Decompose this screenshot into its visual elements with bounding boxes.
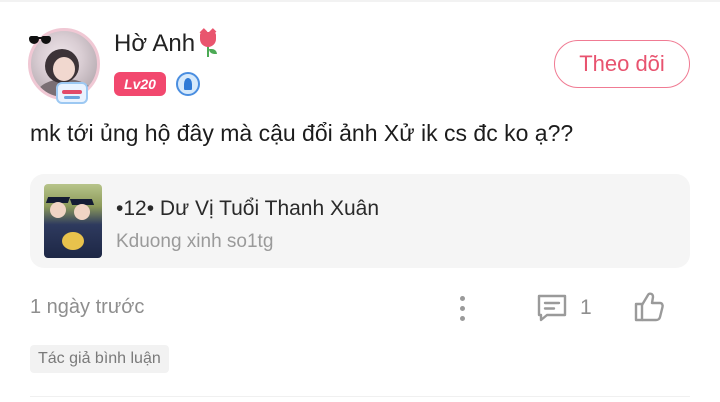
author-reply-tag: Tác giả bình luận [30,345,169,373]
reply-count: 1 [580,296,592,319]
post-thumbnail [44,184,102,258]
username[interactable]: Hờ Anh [114,30,219,58]
username-text: Hờ Anh [114,30,196,57]
post-title: •12• Dư Vị Tuổi Thanh Xuân [116,197,380,220]
level-badge: Lv20 [114,72,166,96]
post-author: Kduong xinh so1tg [116,231,274,252]
avatar-frame-badge-icon [56,82,88,104]
bottom-divider [30,396,690,397]
tulip-icon [197,30,219,58]
more-vertical-icon[interactable] [452,292,472,324]
thumbs-up-icon[interactable] [632,290,666,324]
linked-post-card[interactable]: •12• Dư Vị Tuổi Thanh Xuân Kduong xinh s… [30,174,690,268]
avatar[interactable] [28,28,100,104]
top-divider [0,0,720,2]
timestamp: 1 ngày trước [30,296,145,318]
follow-button[interactable]: Theo dõi [554,40,690,88]
pen-badge-icon [176,72,200,96]
sunglasses-frame-icon [28,32,54,46]
comment-text: mk tới ủng hộ đây mà cậu đổi ảnh Xử ik c… [30,120,574,146]
comment-icon [537,294,567,322]
reply-button[interactable]: 1 [536,292,592,324]
